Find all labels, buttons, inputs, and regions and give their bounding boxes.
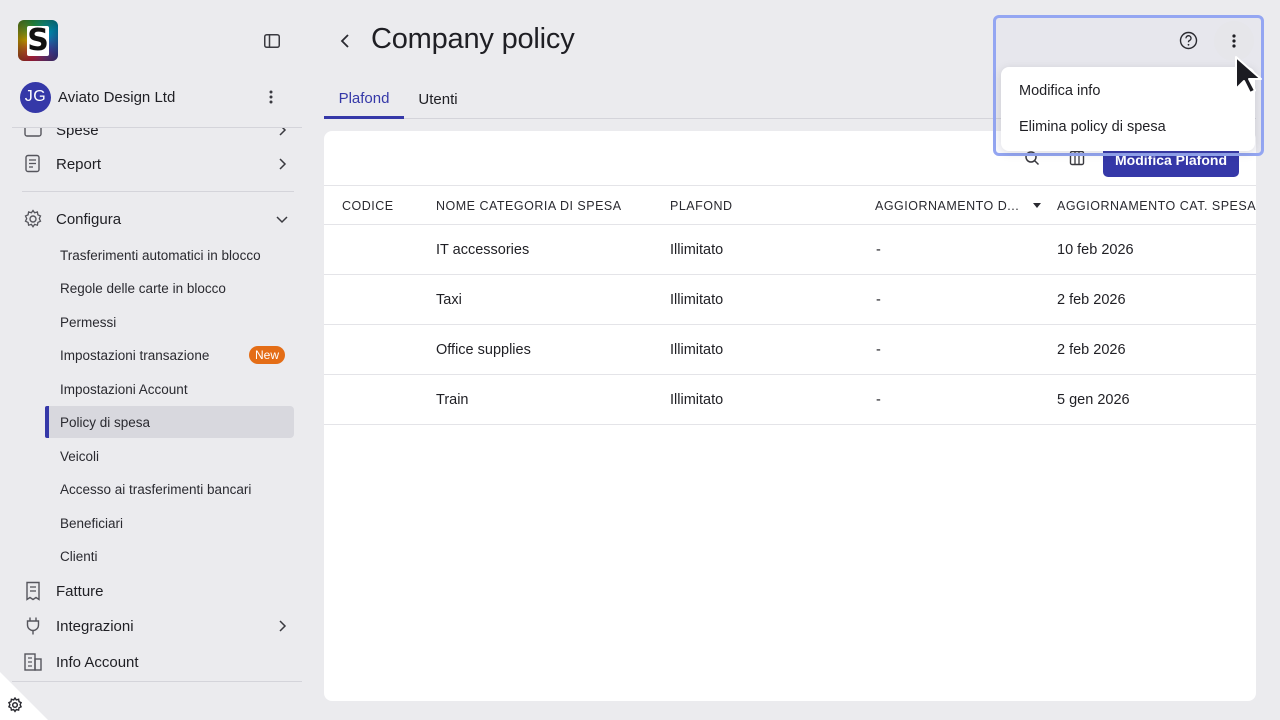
- expenses-icon: [22, 128, 44, 141]
- sidebar-subitem-trasferimenti-automatici[interactable]: Trasferimenti automatici in blocco: [45, 239, 294, 271]
- sub-item-label: Impostazioni Account: [60, 381, 188, 397]
- sidebar-item-fatture[interactable]: Fatture: [22, 575, 294, 607]
- sidebar-item-label: Configura: [56, 210, 122, 228]
- menu-item-elimina-policy[interactable]: Elimina policy di spesa: [1001, 109, 1255, 145]
- sidebar-subitem-permessi[interactable]: Permessi: [45, 306, 294, 338]
- sub-item-label: Permessi: [60, 314, 117, 330]
- table-header: CODICE NOME CATEGORIA DI SPESA PLAFOND A…: [324, 185, 1256, 225]
- sidebar-item-label: Report: [56, 155, 102, 173]
- cell-agg-d: -: [876, 342, 881, 358]
- settings-corner[interactable]: [0, 672, 48, 720]
- cell-agg-cat: 2 feb 2026: [1057, 292, 1126, 308]
- more-vertical-icon: [1232, 34, 1236, 48]
- sidebar-item-spese[interactable]: Spese: [22, 127, 294, 146]
- sidebar-subitem-clienti[interactable]: Clienti: [45, 540, 294, 572]
- company-name: Aviato Design Ltd: [58, 88, 176, 106]
- tab-plafond[interactable]: Plafond: [324, 80, 404, 119]
- avatar: JG: [20, 81, 51, 113]
- sidebar-subitem-policy-di-spesa[interactable]: Policy di spesa: [45, 406, 294, 438]
- plug-icon: [22, 615, 44, 637]
- chevron-right-icon: [279, 620, 287, 632]
- sort-desc-icon[interactable]: [1033, 203, 1042, 209]
- sidebar-item-label: Info Account: [56, 653, 139, 671]
- invoice-icon: [22, 580, 44, 602]
- sub-item-label: Policy di spesa: [60, 414, 151, 430]
- table-row[interactable]: Office supplies Illimitato - 2 feb 2026: [324, 325, 1256, 375]
- company-switcher[interactable]: JG Aviato Design Ltd: [20, 81, 290, 113]
- sub-item-label: Accesso ai trasferimenti bancari: [60, 481, 252, 497]
- chevron-right-icon: [279, 128, 287, 136]
- sidebar-subitem-impostazioni-account[interactable]: Impostazioni Account: [45, 373, 294, 405]
- column-header-aggiornamento-cat[interactable]: AGGIORNAMENTO CAT. SPESA: [1057, 186, 1256, 226]
- column-header-label: AGGIORNAMENTO D...: [875, 199, 1020, 213]
- cell-agg-cat: 5 gen 2026: [1057, 392, 1130, 408]
- sidebar-item-configura[interactable]: Configura: [22, 203, 294, 235]
- sub-item-label: Impostazioni transazione: [60, 347, 210, 363]
- cell-nome: Office supplies: [436, 342, 531, 358]
- actions-dropdown-menu: Modifica info Elimina policy di spesa: [1001, 67, 1255, 151]
- cell-nome: Train: [436, 392, 469, 408]
- app-logo[interactable]: S: [18, 20, 58, 61]
- cell-nome: IT accessories: [436, 242, 530, 258]
- sidebar-subitem-veicoli[interactable]: Veicoli: [45, 440, 294, 472]
- sidebar-item-integrazioni[interactable]: Integrazioni: [22, 610, 294, 642]
- sidebar-subitem-beneficiari[interactable]: Beneficiari: [45, 507, 294, 539]
- divider: [22, 191, 294, 192]
- chevron-left-icon: [340, 34, 349, 48]
- gear-icon[interactable]: [7, 697, 23, 713]
- sub-item-label: Veicoli: [60, 448, 100, 464]
- sub-item-label: Clienti: [60, 548, 98, 564]
- sidebar-item-label: Integrazioni: [56, 617, 134, 635]
- sub-item-label: Trasferimenti automatici in blocco: [60, 247, 261, 263]
- sidebar-collapse-icon[interactable]: [260, 30, 284, 52]
- sidebar-item-label: Spese: [56, 127, 99, 139]
- building-icon: [22, 651, 44, 673]
- sidebar-item-label: Fatture: [56, 582, 104, 600]
- table-row[interactable]: IT accessories Illimitato - 10 feb 2026: [324, 225, 1256, 275]
- cell-plafond: Illimitato: [670, 292, 724, 308]
- column-header-nome-categoria[interactable]: NOME CATEGORIA DI SPESA: [436, 186, 622, 226]
- table-row[interactable]: Taxi Illimitato - 2 feb 2026: [324, 275, 1256, 325]
- column-header-codice[interactable]: CODICE: [342, 186, 394, 226]
- tab-utenti[interactable]: Utenti: [410, 80, 466, 119]
- report-icon: [22, 153, 44, 175]
- chevron-down-icon: [276, 216, 288, 224]
- sidebar: S JG Aviato Design Ltd Spese Report Conf…: [0, 0, 310, 720]
- content-card: Modifica Plafond CODICE NOME CATEGORIA D…: [324, 131, 1256, 701]
- cell-agg-cat: 10 feb 2026: [1057, 242, 1134, 258]
- sidebar-nav[interactable]: Spese Report Configura Trasferimenti aut…: [12, 127, 302, 682]
- sidebar-subitem-impostazioni-transazione[interactable]: Impostazioni transazione New: [45, 339, 294, 371]
- table-row[interactable]: Train Illimitato - 5 gen 2026: [324, 375, 1256, 425]
- cell-nome: Taxi: [436, 292, 462, 308]
- sidebar-subitem-regole-carte[interactable]: Regole delle carte in blocco: [45, 272, 294, 304]
- cell-agg-d: -: [876, 292, 881, 308]
- mouse-cursor-icon: [1235, 56, 1262, 94]
- chevron-right-icon: [279, 158, 287, 170]
- sub-item-label: Beneficiari: [60, 515, 124, 531]
- cell-plafond: Illimitato: [670, 392, 724, 408]
- cell-agg-cat: 2 feb 2026: [1057, 342, 1126, 358]
- cell-agg-d: -: [876, 242, 881, 258]
- new-badge: New: [248, 346, 285, 364]
- help-circle-icon[interactable]: [1177, 29, 1199, 51]
- column-header-aggiornamento-d[interactable]: AGGIORNAMENTO D...: [875, 186, 1042, 226]
- cell-plafond: Illimitato: [670, 342, 724, 358]
- menu-item-modifica-info[interactable]: Modifica info: [1001, 73, 1255, 109]
- sidebar-subitem-accesso-trasferimenti[interactable]: Accesso ai trasferimenti bancari: [45, 473, 294, 505]
- column-header-plafond[interactable]: PLAFOND: [670, 186, 733, 226]
- sidebar-item-info-account[interactable]: Info Account: [22, 646, 294, 678]
- cell-plafond: Illimitato: [670, 242, 724, 258]
- logo-letter: S: [27, 22, 49, 58]
- back-button[interactable]: [334, 29, 356, 53]
- sub-item-label: Regole delle carte in blocco: [60, 280, 226, 296]
- sidebar-item-report[interactable]: Report: [22, 148, 294, 180]
- page-title: Company policy: [371, 23, 575, 55]
- company-more-icon[interactable]: [262, 86, 280, 108]
- gear-icon: [22, 208, 44, 230]
- cell-agg-d: -: [876, 392, 881, 408]
